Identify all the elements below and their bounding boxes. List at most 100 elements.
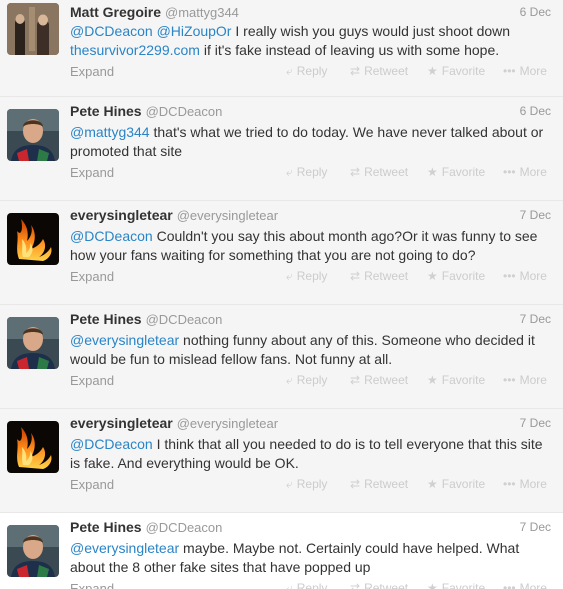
retweet-icon: ⇄ xyxy=(350,269,361,283)
author-name[interactable]: Pete Hines xyxy=(70,103,142,119)
reply-button[interactable]: ⤶ Reply xyxy=(286,581,327,589)
expand-link[interactable]: Expand xyxy=(70,64,114,79)
tweet-actions: Expand ⤶ Reply ⇄ Retweet ★ Favorite ••• More xyxy=(70,581,551,589)
author-handle[interactable]: @everysingletear xyxy=(177,416,278,431)
retweet-label: Retweet xyxy=(364,477,409,491)
tweet-date[interactable]: 7 Dec xyxy=(520,416,551,430)
tweet-header: everysingletear @everysingletear 7 Dec xyxy=(70,415,551,433)
tweet-item[interactable]: Pete Hines @DCDeacon 6 Dec @mattyg344 that'… xyxy=(0,97,563,201)
tweet-item[interactable]: everysingletear @everysingletear 7 Dec @DCD… xyxy=(0,409,563,513)
tweet-date[interactable]: 7 Dec xyxy=(520,208,551,222)
retweet-button[interactable]: ⇄ Retweet xyxy=(350,373,408,387)
favorite-button[interactable]: ★ Favorite xyxy=(427,477,485,491)
expand-link[interactable]: Expand xyxy=(70,269,114,284)
mention-link[interactable]: @HiZoupOr xyxy=(157,23,232,39)
expand-link[interactable]: Expand xyxy=(70,477,114,492)
author-handle[interactable]: @mattyg344 xyxy=(165,5,239,20)
reply-label: Reply xyxy=(296,269,328,283)
tweet-date[interactable]: 7 Dec xyxy=(520,520,551,534)
more-button[interactable]: ••• More xyxy=(503,373,547,387)
avatar[interactable] xyxy=(7,3,59,55)
tweet-header: Pete Hines @DCDeacon 7 Dec xyxy=(70,311,551,329)
author-handle[interactable]: @DCDeacon xyxy=(146,520,223,535)
more-button[interactable]: ••• More xyxy=(503,269,547,283)
mention-link[interactable]: @DCDeacon xyxy=(70,23,153,39)
retweet-icon: ⇄ xyxy=(350,64,361,78)
retweet-button[interactable]: ⇄ Retweet xyxy=(350,64,408,78)
mention-link[interactable]: @mattyg344 xyxy=(70,124,150,140)
author-name[interactable]: Pete Hines xyxy=(70,311,142,327)
avatar[interactable] xyxy=(7,317,59,369)
man-avatar-icon xyxy=(7,525,59,577)
favorite-button[interactable]: ★ Favorite xyxy=(427,64,485,78)
tweet-item[interactable]: Pete Hines @DCDeacon 7 Dec @everysingletear… xyxy=(0,513,563,589)
more-button[interactable]: ••• More xyxy=(503,165,547,179)
author-name[interactable]: Matt Gregoire xyxy=(70,4,161,20)
reply-button[interactable]: ⤶ Reply xyxy=(286,64,327,79)
avatar[interactable] xyxy=(7,109,59,161)
mention-link[interactable]: @everysingletear xyxy=(70,540,179,556)
more-button[interactable]: ••• More xyxy=(503,64,547,78)
favorite-label: Favorite xyxy=(441,64,486,78)
tweet-actions: Expand ⤶ Reply ⇄ Retweet ★ Favorite ••• More xyxy=(70,269,551,287)
author-name[interactable]: Pete Hines xyxy=(70,519,142,535)
man-avatar-icon xyxy=(7,317,59,369)
tweet-item[interactable]: Matt Gregoire @mattyg344 6 Dec @DCDeacon @H… xyxy=(0,0,563,97)
reply-button[interactable]: ⤶ Reply xyxy=(286,269,327,284)
url-link[interactable]: thesurvivor2299.com xyxy=(70,42,200,58)
retweet-label: Retweet xyxy=(364,581,409,589)
more-label: More xyxy=(519,477,547,491)
tweet-actions: Expand ⤶ Reply ⇄ Retweet ★ Favorite ••• More xyxy=(70,64,551,82)
tweet-item[interactable]: Pete Hines @DCDeacon 7 Dec @everysingletear… xyxy=(0,305,563,409)
tweet-date[interactable]: 6 Dec xyxy=(520,104,551,118)
retweet-icon: ⇄ xyxy=(350,165,361,179)
expand-link[interactable]: Expand xyxy=(70,581,114,589)
mention-link[interactable]: @DCDeacon xyxy=(70,228,153,244)
reply-label: Reply xyxy=(296,581,328,589)
reply-button[interactable]: ⤶ Reply xyxy=(286,477,327,492)
retweet-button[interactable]: ⇄ Retweet xyxy=(350,165,408,179)
retweet-button[interactable]: ⇄ Retweet xyxy=(350,581,408,589)
tweet-text-fragment: I really wish you guys would just shoot … xyxy=(231,23,511,39)
tweet-text: @mattyg344 that's what we tried to do to… xyxy=(70,123,552,161)
reply-button[interactable]: ⤶ Reply xyxy=(286,373,327,388)
dots-icon: ••• xyxy=(503,373,516,387)
author-name[interactable]: everysingletear xyxy=(70,415,173,431)
avatar[interactable] xyxy=(7,213,59,265)
reply-arrow-icon: ⤶ xyxy=(286,165,293,179)
mention-link[interactable]: @DCDeacon xyxy=(70,436,153,452)
tweet-date[interactable]: 6 Dec xyxy=(520,5,551,19)
author-name[interactable]: everysingletear xyxy=(70,207,173,223)
author-handle[interactable]: @DCDeacon xyxy=(146,312,223,327)
tweet-item[interactable]: everysingletear @everysingletear 7 Dec @DCD… xyxy=(0,201,563,305)
reply-label: Reply xyxy=(296,165,328,179)
tweet-timeline: Matt Gregoire @mattyg344 6 Dec @DCDeacon @H… xyxy=(0,0,563,589)
tweet-date[interactable]: 7 Dec xyxy=(520,312,551,326)
reply-button[interactable]: ⤶ Reply xyxy=(286,165,327,180)
favorite-button[interactable]: ★ Favorite xyxy=(427,581,485,589)
star-icon: ★ xyxy=(427,581,438,589)
favorite-button[interactable]: ★ Favorite xyxy=(427,373,485,387)
author-handle[interactable]: @everysingletear xyxy=(177,208,278,223)
more-button[interactable]: ••• More xyxy=(503,581,547,589)
author-handle[interactable]: @DCDeacon xyxy=(146,104,223,119)
mention-link[interactable]: @everysingletear xyxy=(70,332,179,348)
retweet-icon: ⇄ xyxy=(350,477,361,491)
favorite-label: Favorite xyxy=(441,269,486,283)
expand-link[interactable]: Expand xyxy=(70,373,114,388)
retweet-button[interactable]: ⇄ Retweet xyxy=(350,477,408,491)
favorite-button[interactable]: ★ Favorite xyxy=(427,269,485,283)
favorite-button[interactable]: ★ Favorite xyxy=(427,165,485,179)
avatar[interactable] xyxy=(7,525,59,577)
flame-avatar-icon xyxy=(7,213,59,265)
more-button[interactable]: ••• More xyxy=(503,477,547,491)
retweet-label: Retweet xyxy=(364,269,409,283)
expand-link[interactable]: Expand xyxy=(70,165,114,180)
tweet-header: Pete Hines @DCDeacon 6 Dec xyxy=(70,103,551,121)
tweet-actions: Expand ⤶ Reply ⇄ Retweet ★ Favorite ••• More xyxy=(70,477,551,495)
retweet-button[interactable]: ⇄ Retweet xyxy=(350,269,408,283)
avatar[interactable] xyxy=(7,421,59,473)
reply-arrow-icon: ⤶ xyxy=(286,581,293,589)
tweet-header: Matt Gregoire @mattyg344 6 Dec xyxy=(70,4,551,22)
reply-label: Reply xyxy=(296,477,328,491)
